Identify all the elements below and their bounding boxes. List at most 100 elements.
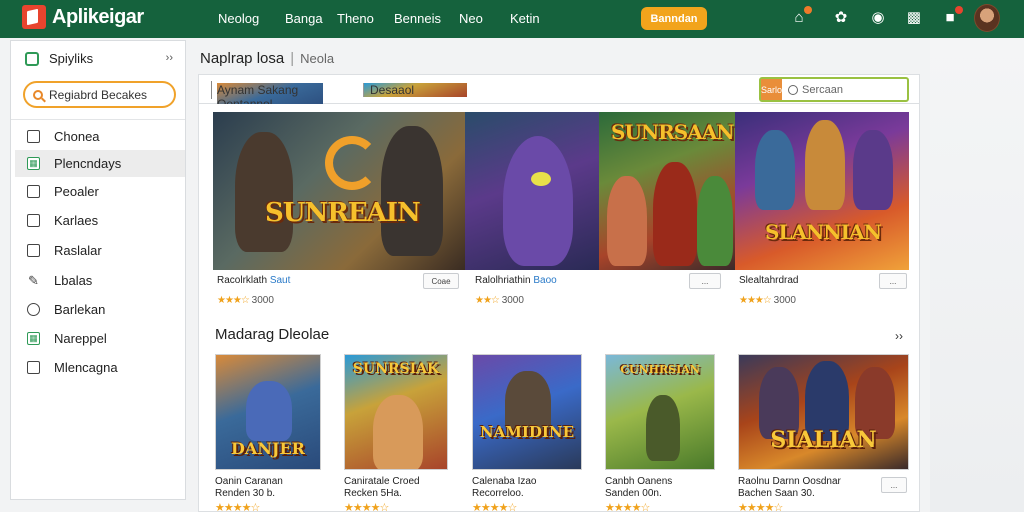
app-icon: [25, 51, 39, 66]
game-rating: ★★☆ 3000: [475, 295, 524, 306]
featured-banner-2[interactable]: [465, 112, 599, 270]
breadcrumb-sub[interactable]: Neola: [300, 51, 334, 66]
character-eye: [531, 172, 551, 186]
nav-item-5[interactable]: Neo: [459, 11, 483, 26]
circle-icon: [27, 303, 40, 316]
tile-subtitle: Bachen Saan 30.: [738, 488, 815, 499]
tile-button[interactable]: ...: [881, 477, 907, 493]
character-figure: [373, 395, 423, 469]
nav-item-1[interactable]: Neolog: [218, 11, 259, 26]
character-figure: [653, 162, 697, 266]
toolbar: Aynam Sakang Oontannol Desaaol Sarlo: [198, 74, 945, 111]
chat-icon[interactable]: ▩: [905, 9, 923, 27]
game-tile[interactable]: SIALIAN: [738, 354, 909, 470]
tile-meta: Caniratale Croed Recken 5Ha. ★★★★☆: [344, 476, 420, 512]
character-figure: [646, 395, 680, 461]
sidebar-item-peoaler[interactable]: Peoaler: [15, 178, 185, 205]
grid-icon: ▦: [27, 332, 40, 345]
tile-title[interactable]: Calenaba Izao: [472, 476, 537, 487]
sidebar-item-label: Karlaes: [54, 213, 99, 228]
game-title[interactable]: Racolrklath Saut: [217, 275, 290, 286]
game-tile[interactable]: DANJER: [215, 354, 321, 470]
app-title: Aplikeigar: [52, 5, 144, 28]
rating-stars: ★★★★☆: [472, 502, 517, 512]
sidebar-item-label: Mlencagna: [54, 360, 118, 375]
home-icon: [27, 130, 40, 143]
sidebar-item-plencndays[interactable]: ▦ Plencndays: [15, 150, 185, 177]
featured-banner-3[interactable]: SUNRSAAN: [599, 112, 735, 270]
game-button[interactable]: ...: [689, 273, 721, 289]
pin-icon[interactable]: ✿: [832, 9, 850, 27]
game-tile[interactable]: SUNRSIAK: [344, 354, 448, 470]
list-icon: [27, 361, 40, 374]
nav-item-3[interactable]: Theno: [337, 11, 374, 26]
tile-title[interactable]: Caniratale Croed: [344, 476, 420, 487]
sidebar-search[interactable]: Regiabrd Becakes: [23, 81, 176, 108]
search-box: Sarlo: [759, 77, 945, 102]
sidebar-item-label: Nareppel: [54, 331, 107, 346]
featured-banner-4[interactable]: SLANNIAN: [735, 112, 909, 270]
sidebar-item-nareppel[interactable]: ▦ Nareppel: [15, 325, 185, 352]
tile-title[interactable]: Canbh Oanens: [605, 476, 672, 487]
app-logo[interactable]: Aplikeigar: [22, 5, 144, 29]
tile-title[interactable]: Raolnu Darnn Oosdnar: [738, 476, 841, 487]
ring-art: [325, 136, 379, 190]
divider: [11, 119, 185, 120]
game-rating: ★★★☆ 3000: [739, 295, 796, 306]
tile-art-title: SIALIAN: [770, 427, 877, 453]
search-button[interactable]: Sarlo: [761, 79, 783, 100]
tile-title[interactable]: Oanin Caranan: [215, 476, 283, 487]
banner-art-title: SUNREAIN: [265, 198, 421, 228]
sidebar-item-label: Peoaler: [54, 184, 99, 199]
top-bar: Aplikeigar Neolog Banga Theno Benneis Ne…: [0, 0, 1024, 38]
rating-stars: ★★★★☆: [605, 502, 650, 512]
sidebar-heading: Spiyliks: [25, 51, 93, 66]
sidebar-item-mlencagna[interactable]: Mlencagna: [15, 354, 185, 381]
tile-art-title: SUNRSIAK: [352, 361, 440, 377]
sidebar-item-karlaes[interactable]: Karlaes: [15, 207, 185, 234]
sidebar-item-label: Plencndays: [54, 156, 122, 171]
sidebar-item-lbalas[interactable]: ✎ Lbalas: [15, 267, 185, 294]
character-figure: [755, 130, 795, 210]
featured-banner-1[interactable]: SUNREAIN: [213, 112, 465, 270]
banner-art-title: SLANNIAN: [765, 220, 882, 244]
game-button[interactable]: Coae: [423, 273, 459, 289]
sidebar-search-label: Regiabrd Becakes: [49, 87, 148, 102]
game-tile[interactable]: NAMIDINE: [472, 354, 582, 470]
game-rating: ★★★☆ 3000: [217, 295, 274, 306]
divider: [211, 81, 212, 99]
sidebar-item-label: Chonea: [54, 129, 100, 144]
tile-meta: Canbh Oanens Sanden 00n. ★★★★☆: [605, 476, 672, 512]
main-content: Naplrap losa|Neola Aynam Sakang Oontanno…: [198, 40, 945, 512]
lock-icon: [27, 214, 40, 227]
game-button[interactable]: ...: [879, 273, 907, 289]
pencil-icon: ✎: [28, 273, 39, 288]
tile-meta: Raolnu Darnn Oosdnar Bachen Saan 30. ★★★…: [738, 476, 841, 512]
avatar[interactable]: [974, 4, 1000, 32]
nav-item-4[interactable]: Benneis: [394, 11, 441, 26]
search-input[interactable]: [798, 79, 945, 100]
tile-subtitle: Recken 5Ha.: [344, 488, 402, 499]
nav-item-2[interactable]: Banga: [285, 11, 323, 26]
sidebar-item-raslalar[interactable]: Raslalar: [15, 237, 185, 264]
background-panel: [930, 40, 1024, 512]
sidebar-item-barlekan[interactable]: Barlekan: [15, 296, 185, 323]
nav-item-6[interactable]: Ketin: [510, 11, 540, 26]
box-icon: [27, 244, 40, 257]
game-title[interactable]: Slealtahrdrad: [739, 275, 798, 286]
collapse-icon[interactable]: ››: [166, 52, 173, 64]
character-figure: [503, 136, 573, 266]
tile-subtitle: Recorreloo.: [472, 488, 524, 499]
sidebar-item-chonea[interactable]: Chonea: [15, 123, 185, 150]
bell-icon[interactable]: ◉: [869, 9, 887, 27]
section-more-icon[interactable]: ››: [895, 329, 903, 343]
notification-dot: [804, 6, 812, 14]
character-figure: [235, 132, 293, 252]
character-figure: [607, 176, 647, 266]
cta-button[interactable]: Banndan: [641, 7, 707, 30]
toolbar-filter[interactable]: Desaaol: [363, 83, 467, 97]
game-tile[interactable]: CUNHRSIAN: [605, 354, 715, 470]
featured-meta-3: Slealtahrdrad ... ★★★☆ 3000: [737, 271, 909, 311]
tile-meta: Calenaba Izao Recorreloo. ★★★★☆: [472, 476, 537, 512]
game-title[interactable]: Ralolhriathin Baoo: [475, 275, 557, 286]
